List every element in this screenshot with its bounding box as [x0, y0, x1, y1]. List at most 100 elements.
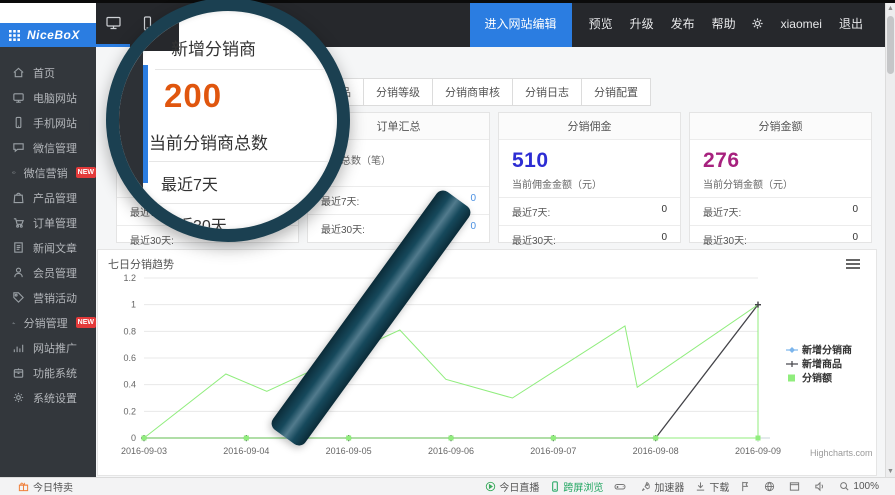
toolbox-icon: [12, 366, 25, 379]
square-marker: [551, 436, 556, 441]
statusbar-flag[interactable]: [740, 481, 753, 492]
preview-link[interactable]: 预览: [589, 15, 613, 32]
help-link[interactable]: 帮助: [712, 15, 736, 32]
gear-icon: [751, 17, 764, 30]
row-value: 0: [852, 204, 858, 219]
tab-distributor-review[interactable]: 分销商审核: [432, 78, 513, 106]
sidebar-item-label: 系统设置: [33, 390, 77, 406]
row-label: 最近30天:: [130, 232, 174, 247]
row-value[interactable]: 0: [470, 221, 476, 236]
rocket-icon: [640, 481, 651, 492]
divider: [149, 161, 349, 162]
play-icon: [485, 481, 496, 492]
statusbar-label: 100%: [853, 481, 879, 492]
browser-statusbar: 今日特卖 今日直播 跨屏浏览 加速器 下载: [0, 477, 895, 495]
square-marker: [142, 436, 147, 441]
sidebar-item-features[interactable]: 功能系统: [0, 360, 96, 385]
sidebar-item-label: 电脑网站: [33, 90, 77, 106]
tab-distribution-config[interactable]: 分销配置: [581, 78, 651, 106]
top-left-spacer: [0, 3, 96, 23]
legend-marker[interactable]: [788, 375, 795, 382]
tab-distribution-levels[interactable]: 分销等级: [363, 78, 433, 106]
statusbar-live[interactable]: 今日直播: [485, 479, 539, 494]
row-value: 0: [661, 204, 667, 219]
app-logo[interactable]: NiceBoX: [0, 23, 96, 47]
statusbar-browser-mode[interactable]: [764, 481, 778, 492]
sidebar-item-wechat-manage[interactable]: 微信管理: [0, 135, 96, 160]
divider: [155, 69, 349, 70]
settings-gear-button[interactable]: [751, 17, 764, 30]
sidebar-item-label: 订单管理: [33, 215, 77, 231]
statusbar-label: 跨屏浏览: [563, 479, 603, 494]
sidebar-item-wechat-marketing[interactable]: 微信营销 NEW: [0, 160, 96, 185]
upgrade-link[interactable]: 升级: [630, 15, 654, 32]
divider: [153, 203, 349, 204]
y-axis-label: 1.2: [123, 273, 136, 283]
new-badge: NEW: [76, 317, 96, 328]
sidebar-item-label: 新闻文章: [33, 240, 77, 256]
new-badge: NEW: [76, 167, 96, 178]
sidebar-item-promotion[interactable]: 网站推广: [0, 335, 96, 360]
statusbar-games[interactable]: [614, 481, 629, 492]
statusbar-booster[interactable]: 加速器: [640, 479, 684, 494]
legend-item[interactable]: 新增分销商: [802, 344, 852, 357]
row-label: 最近7天:: [512, 204, 550, 219]
scrollbar-thumb[interactable]: [887, 16, 894, 74]
sidebar-item-home[interactable]: 首页: [0, 60, 96, 85]
statusbar-cross-screen[interactable]: 跨屏浏览: [550, 479, 603, 494]
legend-item[interactable]: 分销额: [802, 372, 832, 385]
statusbar-download[interactable]: 下载: [695, 479, 729, 494]
row-value[interactable]: 0: [470, 193, 476, 208]
y-axis-label: 0: [131, 433, 136, 443]
legend-marker[interactable]: [789, 347, 795, 353]
monitor-icon: [12, 91, 25, 104]
sidebar-item-settings[interactable]: 系统设置: [0, 385, 96, 410]
cart-icon: [12, 216, 25, 229]
y-axis-label: 0.2: [123, 406, 136, 416]
square-marker: [653, 436, 658, 441]
sidebar-item-label: 营销活动: [33, 290, 77, 306]
sidebar-item-members[interactable]: 会员管理: [0, 260, 96, 285]
logout-link[interactable]: 退出: [839, 15, 863, 32]
phone-icon: [12, 116, 25, 129]
x-axis-label: 2016-09-08: [633, 446, 679, 456]
sidebar-item-mobile-site[interactable]: 手机网站: [0, 110, 96, 135]
square-marker: [244, 436, 249, 441]
grid-icon: [9, 30, 20, 41]
tab-distribution-log[interactable]: 分销日志: [512, 78, 582, 106]
speaker-icon: [814, 481, 825, 492]
statusbar-sound[interactable]: [814, 481, 828, 492]
series-new-products: [144, 305, 758, 438]
scroll-down-arrow[interactable]: ▼: [886, 468, 895, 475]
statusbar-today-sale[interactable]: 今日特卖: [18, 479, 73, 494]
gear-icon: [12, 391, 25, 404]
enter-site-edit-button[interactable]: 进入网站编辑: [470, 0, 572, 47]
row-label: 最近7天:: [321, 193, 359, 208]
publish-link[interactable]: 发布: [671, 15, 695, 32]
sidebar-item-marketing[interactable]: 营销活动: [0, 285, 96, 310]
legend-item[interactable]: 新增商品: [802, 358, 842, 371]
vertical-scrollbar[interactable]: ▲ ▼: [885, 3, 895, 477]
user-name[interactable]: xiaomei: [781, 17, 822, 31]
sidebar-item-products[interactable]: 产品管理: [0, 185, 96, 210]
sidebar-item-pc-site[interactable]: 电脑网站: [0, 85, 96, 110]
x-axis-label: 2016-09-09: [735, 446, 781, 456]
card-caption: 当前佣金金额（元）: [499, 173, 680, 197]
scroll-up-arrow[interactable]: ▲: [886, 5, 895, 12]
statusbar-window[interactable]: [789, 481, 803, 492]
download-icon: [695, 481, 706, 492]
card-title: 分销佣金: [499, 113, 680, 140]
sidebar-item-news[interactable]: 新闻文章: [0, 235, 96, 260]
sidebar-item-distribution[interactable]: 分销管理 NEW: [0, 310, 96, 335]
sidebar-item-label: 产品管理: [33, 190, 77, 206]
sidebar-item-orders[interactable]: 订单管理: [0, 210, 96, 235]
statusbar-zoom[interactable]: 100%: [839, 481, 879, 492]
sidebar-item-label: 功能系统: [33, 365, 77, 381]
sidebar-item-label: 微信营销: [24, 165, 68, 181]
y-axis-label: 0.4: [123, 380, 136, 390]
series-distribution-amount-detail: [144, 305, 758, 438]
bar-chart-icon: [12, 316, 16, 329]
topbar-right: 进入网站编辑 预览 升级 发布 帮助 xiaomei 退出: [470, 0, 885, 47]
row-label: 最近30天:: [512, 232, 556, 247]
x-axis-label: 2016-09-06: [428, 446, 474, 456]
